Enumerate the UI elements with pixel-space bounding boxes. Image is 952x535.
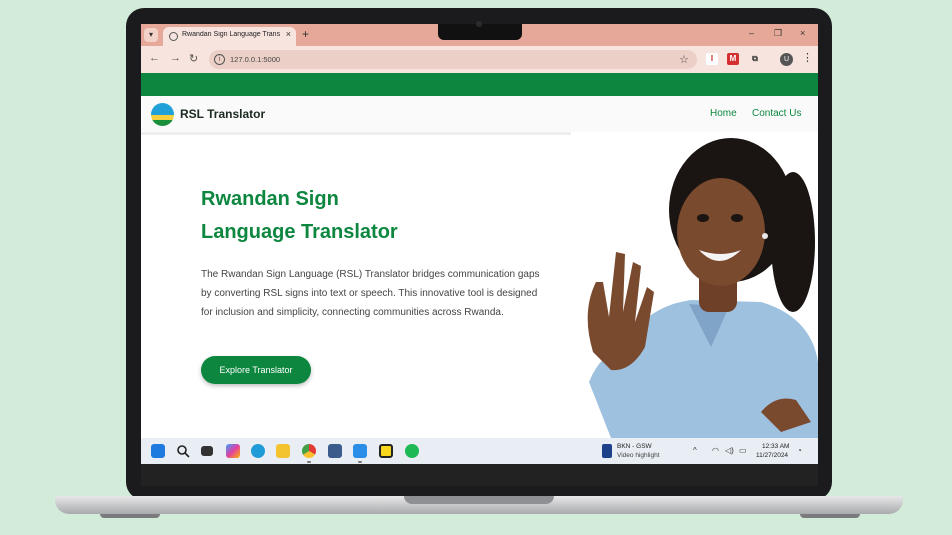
notification-bell-icon[interactable]: ◔: [797, 446, 802, 455]
chrome-running-indicator: [307, 461, 311, 463]
site-info-icon[interactable]: i: [214, 54, 225, 65]
hero-person-image: [587, 138, 818, 438]
hero-title-line-1: Rwandan Sign: [201, 188, 339, 210]
extension-icon-1[interactable]: I: [706, 53, 718, 65]
explore-translator-button[interactable]: Explore Translator: [201, 356, 311, 384]
clock-time[interactable]: 12:33 AM: [762, 443, 789, 450]
nba-icon[interactable]: [602, 444, 612, 458]
chrome-icon[interactable]: [302, 444, 316, 458]
reload-button[interactable]: ↻: [189, 52, 198, 65]
nav-contact-link[interactable]: Contact Us: [752, 108, 801, 119]
news-widget-title[interactable]: BKN - GSW: [617, 443, 652, 450]
tab-search-button[interactable]: ▾: [144, 28, 158, 42]
news-widget-subtitle[interactable]: Video highlight: [617, 452, 660, 459]
site-brand[interactable]: RSL Translator: [180, 107, 265, 121]
minimize-button[interactable]: –: [749, 28, 754, 38]
browser-toolbar: ← → ↻ i 127.0.0.1:5000 ☆ I M ⧉ U ⋮: [141, 46, 818, 73]
extension-icon-2[interactable]: M: [727, 53, 739, 65]
search-icon[interactable]: [176, 444, 190, 458]
profile-avatar[interactable]: U: [780, 53, 793, 66]
laptop-foot-left: [100, 514, 160, 518]
rwanda-flag-logo[interactable]: [151, 103, 174, 126]
browser-tab[interactable]: Rwandan Sign Language Translator ×: [163, 27, 296, 46]
copilot-icon[interactable]: [226, 444, 240, 458]
wifi-icon[interactable]: ◠: [712, 446, 719, 455]
hero-title-line-2: Language Translator: [201, 221, 398, 243]
restore-button[interactable]: ❐: [774, 28, 782, 39]
site-navbar: RSL Translator Home Contact Us: [141, 96, 818, 132]
edge-icon[interactable]: [251, 444, 265, 458]
volume-icon[interactable]: ◁): [725, 446, 734, 455]
taskbar: BKN - GSW Video highlight ^ ◠ ◁) ▭ 12:33…: [141, 438, 818, 464]
new-tab-button[interactable]: +: [302, 27, 309, 41]
laptop-opening-notch: [404, 496, 554, 504]
tray-overflow-chevron[interactable]: ^: [693, 446, 697, 455]
url-text[interactable]: 127.0.0.1:5000: [230, 55, 280, 64]
task-view-icon[interactable]: [201, 446, 213, 456]
battery-icon[interactable]: ▭: [739, 446, 747, 455]
sticky-notes-icon[interactable]: [379, 444, 393, 458]
top-banner: [141, 73, 818, 96]
close-window-button[interactable]: ×: [800, 28, 805, 38]
screen: ▾ Rwandan Sign Language Translator × + –…: [141, 24, 818, 464]
vscode-running-indicator: [358, 461, 362, 463]
address-bar[interactable]: i 127.0.0.1:5000 ☆: [209, 50, 697, 69]
hero-title: Rwandan Sign Language Translator: [201, 183, 398, 249]
webcam: [476, 21, 482, 27]
start-icon[interactable]: [151, 444, 165, 458]
tab-close-button[interactable]: ×: [286, 29, 291, 39]
globe-icon: [169, 32, 178, 41]
bookmark-star-icon[interactable]: ☆: [679, 53, 689, 66]
web-page: RSL Translator Home Contact Us Rwandan S…: [141, 73, 818, 438]
clock-date[interactable]: 11/27/2024: [756, 452, 788, 459]
nav-home-link[interactable]: Home: [710, 108, 737, 119]
navbar-shadow: [141, 132, 571, 135]
tab-title: Rwandan Sign Language Translator: [182, 31, 280, 38]
browser-menu-button[interactable]: ⋮: [802, 51, 813, 64]
spotify-icon[interactable]: [405, 444, 419, 458]
back-button[interactable]: ←: [149, 52, 160, 64]
hero-description: The Rwandan Sign Language (RSL) Translat…: [201, 269, 540, 318]
vscode-icon[interactable]: [353, 444, 367, 458]
laptop-foot-right: [800, 514, 860, 518]
laptop-chin: [141, 464, 818, 486]
app-icon[interactable]: [328, 444, 342, 458]
extensions-puzzle-icon[interactable]: ⧉: [749, 53, 761, 65]
forward-button[interactable]: →: [170, 52, 181, 64]
file-explorer-icon[interactable]: [276, 444, 290, 458]
